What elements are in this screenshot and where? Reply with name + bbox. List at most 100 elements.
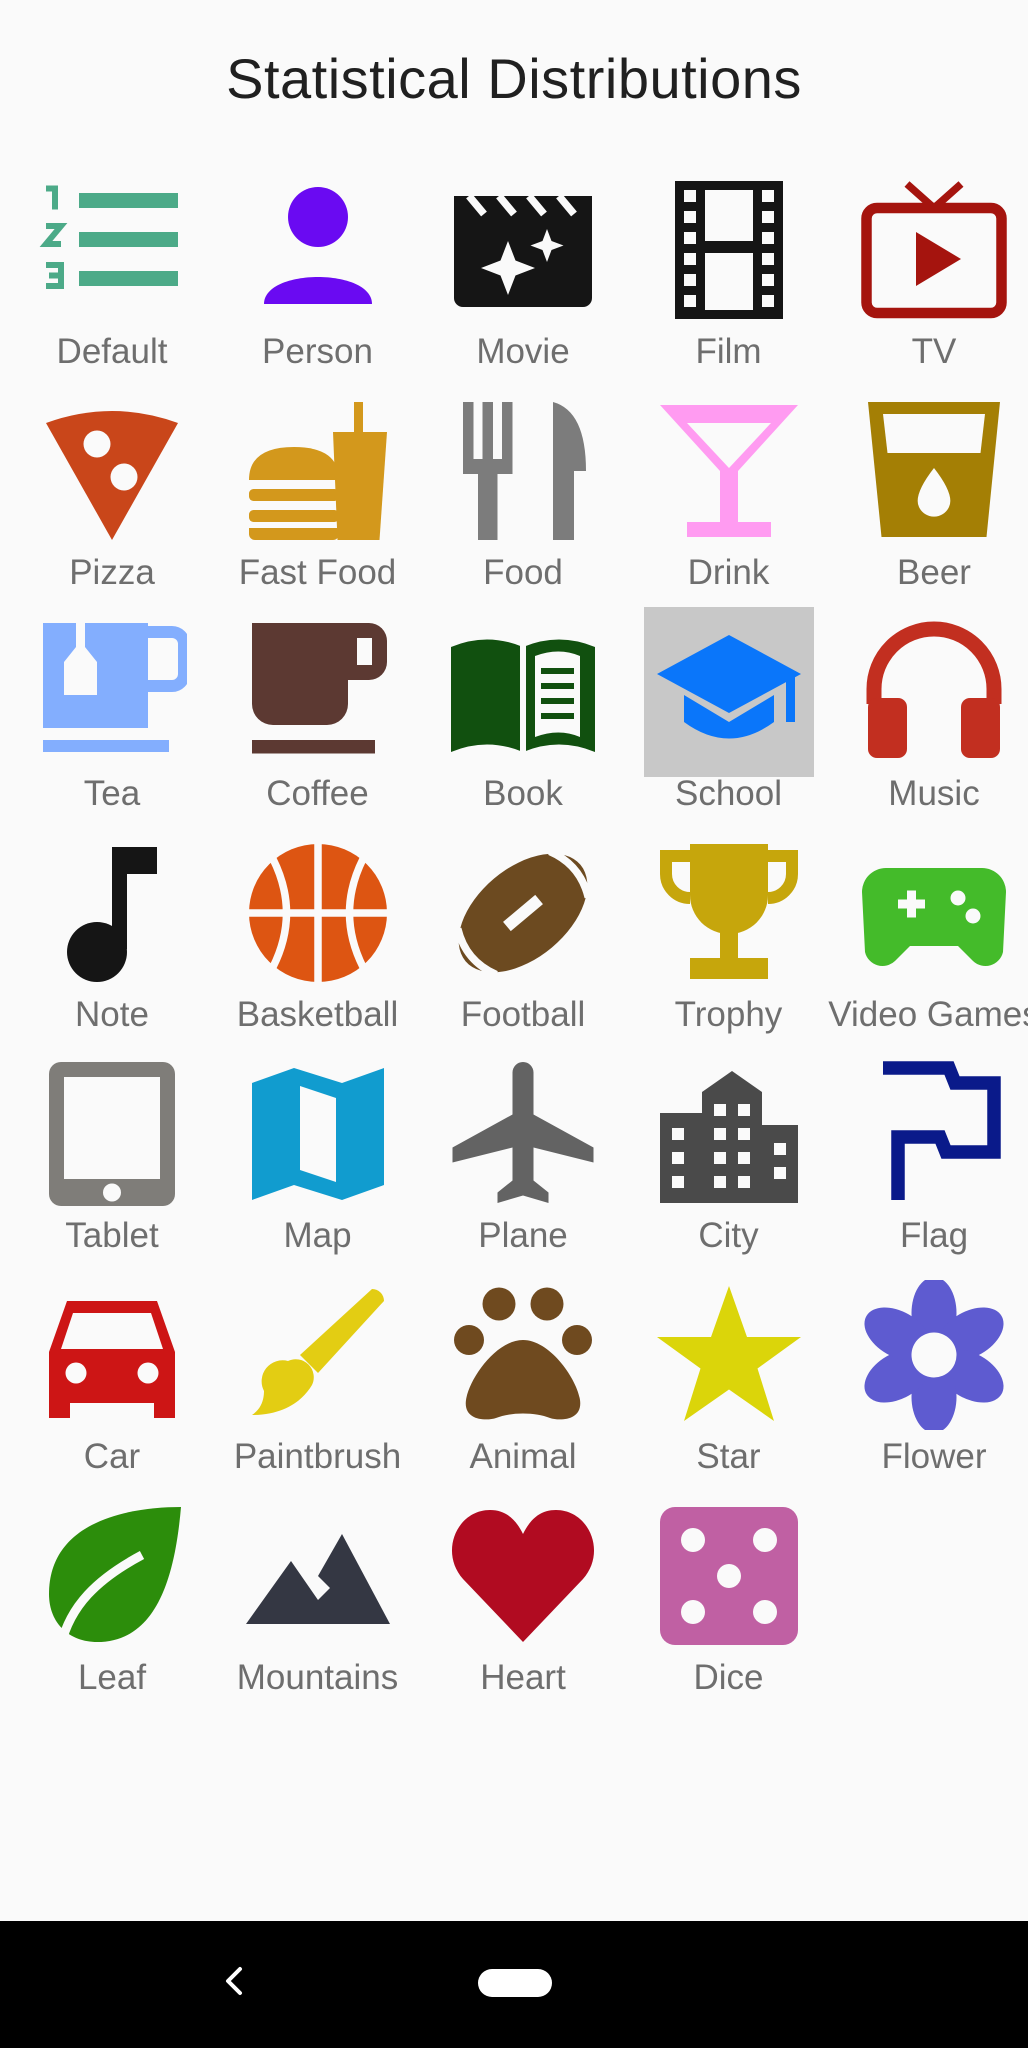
icon-label: Football xyxy=(460,995,586,1034)
icon-option-star[interactable]: Star xyxy=(626,1270,816,1480)
leaf-icon[interactable] xyxy=(27,1491,197,1661)
car-icon[interactable] xyxy=(27,1270,197,1440)
icon-label: Flag xyxy=(899,1216,969,1255)
icon-option-default[interactable]: Default xyxy=(9,165,199,375)
icon-option-drink[interactable]: Drink xyxy=(626,386,816,596)
heart-icon[interactable] xyxy=(438,1491,608,1661)
pizza-icon[interactable] xyxy=(27,386,197,556)
icon-label: School xyxy=(674,774,783,813)
dice-icon-graphic xyxy=(659,1507,798,1645)
icon-label: Flower xyxy=(881,1437,987,1476)
icon-option-flag[interactable]: Flag xyxy=(831,1049,1021,1259)
city-icon[interactable] xyxy=(644,1049,814,1219)
food-icon[interactable] xyxy=(438,386,608,556)
mountains-icon[interactable] xyxy=(233,1491,403,1661)
icon-label: Food xyxy=(483,553,563,592)
icon-label: Map xyxy=(283,1216,352,1255)
book-icon-graphic xyxy=(451,639,595,755)
dice-icon[interactable] xyxy=(644,1491,814,1661)
icon-option-map[interactable]: Map xyxy=(215,1049,405,1259)
beer-icon-graphic xyxy=(868,402,1000,537)
basketball-icon[interactable] xyxy=(233,828,403,998)
movie-icon-graphic xyxy=(454,193,592,307)
icon-label: Dice xyxy=(693,1658,764,1697)
basketball-icon-graphic xyxy=(248,844,387,982)
icon-option-flower[interactable]: Flower xyxy=(831,1270,1021,1480)
icon-option-tea[interactable]: Tea xyxy=(9,607,199,817)
icon-option-trophy[interactable]: Trophy xyxy=(626,828,816,1038)
football-icon-graphic xyxy=(454,848,592,978)
mountains-icon-graphic xyxy=(245,1534,390,1624)
icon-label: Video Games xyxy=(828,995,1028,1034)
fast-food-icon[interactable] xyxy=(233,386,403,556)
beer-icon[interactable] xyxy=(849,386,1019,556)
icon-option-football[interactable]: Football xyxy=(420,828,610,1038)
icon-option-food[interactable]: Food xyxy=(420,386,610,596)
paintbrush-icon[interactable] xyxy=(233,1270,403,1440)
page-title: Statistical Distributions xyxy=(226,47,802,110)
icon-option-note[interactable]: Note xyxy=(9,828,199,1038)
map-icon[interactable] xyxy=(233,1049,403,1219)
football-icon[interactable] xyxy=(438,828,608,998)
city-icon-graphic xyxy=(659,1071,798,1203)
icon-label: Plane xyxy=(478,1216,568,1255)
book-icon[interactable] xyxy=(438,607,608,777)
icon-label: Tea xyxy=(83,774,141,813)
home-pill-icon[interactable] xyxy=(478,1969,552,1997)
plane-icon[interactable] xyxy=(438,1049,608,1219)
icon-option-animal[interactable]: Animal xyxy=(420,1270,610,1480)
icon-label: Paintbrush xyxy=(233,1437,402,1476)
icon-option-person[interactable]: Person xyxy=(215,165,405,375)
numbered-list-icon-graphic xyxy=(39,185,178,289)
flag-icon[interactable] xyxy=(849,1049,1019,1219)
icon-option-basketball[interactable]: Basketball xyxy=(215,828,405,1038)
movie-icon[interactable] xyxy=(438,165,608,335)
icon-option-tablet[interactable]: Tablet xyxy=(9,1049,199,1259)
tea-icon[interactable] xyxy=(27,607,197,777)
icon-option-plane[interactable]: Plane xyxy=(420,1049,610,1259)
icon-option-beer[interactable]: Beer xyxy=(831,386,1021,596)
tv-icon[interactable] xyxy=(849,165,1019,335)
gamepad-icon[interactable] xyxy=(849,828,1019,998)
paw-icon[interactable] xyxy=(438,1270,608,1440)
coffee-icon-graphic xyxy=(251,623,387,754)
icon-option-heart[interactable]: Heart xyxy=(420,1491,610,1701)
icon-label: Drink xyxy=(687,553,770,592)
icon-option-book[interactable]: Book xyxy=(420,607,610,817)
trophy-icon[interactable] xyxy=(644,828,814,998)
person-icon[interactable] xyxy=(233,165,403,335)
back-chevron-icon[interactable] xyxy=(205,1951,265,2011)
icon-option-paintbrush[interactable]: Paintbrush xyxy=(215,1270,405,1480)
icon-option-tv[interactable]: TV xyxy=(831,165,1021,375)
icon-option-school[interactable]: School xyxy=(626,607,816,817)
icon-option-video-games[interactable]: Video Games xyxy=(828,828,1028,1038)
star-icon[interactable] xyxy=(644,1270,814,1440)
school-icon[interactable] xyxy=(643,607,814,777)
coffee-icon[interactable] xyxy=(233,607,403,777)
system-nav-bar xyxy=(0,1921,1028,2048)
flower-icon[interactable] xyxy=(849,1270,1019,1440)
tablet-icon-graphic xyxy=(49,1062,175,1206)
icon-label: Star xyxy=(696,1437,761,1476)
school-icon-graphic xyxy=(656,635,801,739)
icon-option-car[interactable]: Car xyxy=(9,1270,199,1480)
icon-option-fast-food[interactable]: Fast Food xyxy=(215,386,405,596)
icon-option-coffee[interactable]: Coffee xyxy=(215,607,405,817)
icon-label: Film xyxy=(695,332,762,371)
headphones-icon[interactable] xyxy=(849,607,1019,777)
icon-option-pizza[interactable]: Pizza xyxy=(9,386,199,596)
icon-option-movie[interactable]: Movie xyxy=(420,165,610,375)
icon-option-music[interactable]: Music xyxy=(831,607,1021,817)
film-icon[interactable] xyxy=(644,165,814,335)
star-icon-graphic xyxy=(656,1286,801,1421)
icon-label: TV xyxy=(911,332,957,371)
tablet-icon[interactable] xyxy=(27,1049,197,1219)
icon-option-mountains[interactable]: Mountains xyxy=(215,1491,405,1701)
icon-option-city[interactable]: City xyxy=(626,1049,816,1259)
drink-icon[interactable] xyxy=(644,386,814,556)
icon-option-leaf[interactable]: Leaf xyxy=(9,1491,199,1701)
icon-option-film[interactable]: Film xyxy=(626,165,816,375)
numbered-list-icon[interactable] xyxy=(27,165,197,335)
music-note-icon[interactable] xyxy=(27,828,197,998)
icon-option-dice[interactable]: Dice xyxy=(626,1491,816,1701)
